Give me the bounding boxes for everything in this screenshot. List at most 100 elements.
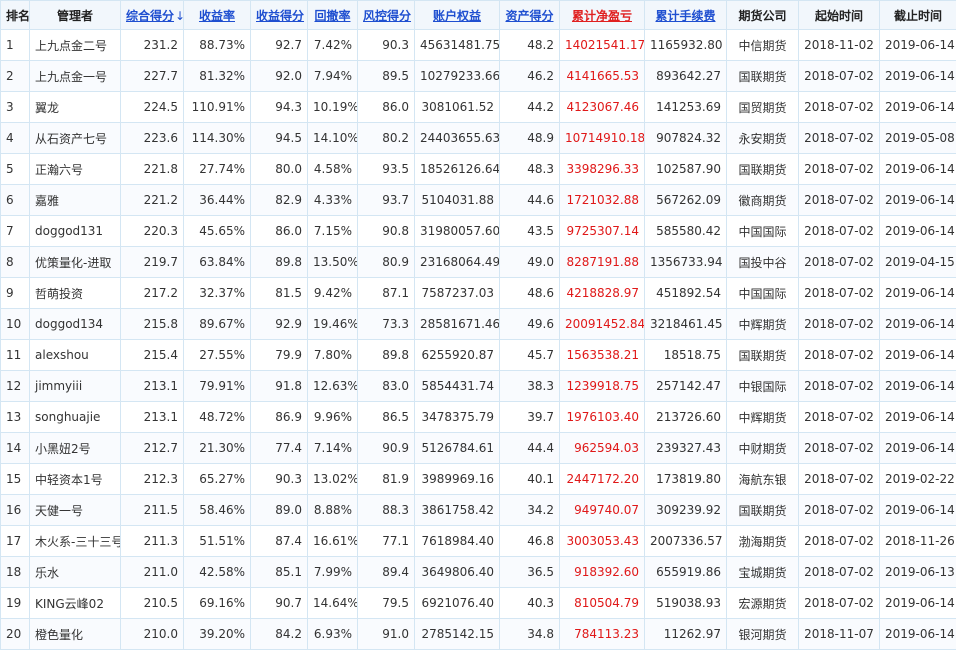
header-net-profit[interactable]: 累计净盈亏 (559, 0, 645, 30)
drawdown-cell: 19.46% (307, 308, 358, 340)
manager-name[interactable]: alexshou (29, 339, 121, 371)
fees-cell: 907824.32 (644, 122, 727, 154)
table-row[interactable]: 8 优策量化-进取 219.7 63.84% 89.8 13.50% 80.9 2316806… (0, 246, 956, 278)
drawdown-cell: 14.64% (307, 587, 358, 619)
manager-name[interactable]: songhuajie (29, 401, 121, 433)
asset-score-cell: 38.3 (499, 370, 560, 402)
drawdown-cell: 4.58% (307, 153, 358, 185)
table-row[interactable]: 3 翼龙 224.5 110.91% 94.3 10.19% 86.0 3081061.52 4… (0, 91, 956, 123)
table-row[interactable]: 1 上九点金二号 231.2 88.73% 92.7 7.42% 90.3 45631481.… (0, 29, 956, 61)
table-row[interactable]: 13 songhuajie 213.1 48.72% 86.9 9.96% 86.5 3478… (0, 401, 956, 433)
table-row[interactable]: 7 doggod131 220.3 45.65% 86.0 7.15% 90.8 319800… (0, 215, 956, 247)
manager-name[interactable]: KING云峰02 (29, 587, 121, 619)
fees-cell: 173819.80 (644, 463, 727, 495)
table-row[interactable]: 2 上九点金一号 227.7 81.32% 92.0 7.94% 89.5 10279233.… (0, 60, 956, 92)
manager-name[interactable]: 正瀚六号 (29, 153, 121, 185)
broker-cell: 海航东银 (726, 463, 799, 495)
equity-cell: 6921076.40 (414, 587, 500, 619)
table-header-row: 排名 管理者 综合得分↓ 收益率 收益得分 回撤率 风控得分 账户权益 资产得分… (0, 0, 956, 30)
table-row[interactable]: 9 哲萌投资 217.2 32.37% 81.5 9.42% 87.1 7587237.03 4… (0, 277, 956, 309)
header-equity[interactable]: 账户权益 (414, 0, 500, 30)
header-asset-score[interactable]: 资产得分 (499, 0, 560, 30)
start-date-cell: 2018-07-02 (798, 339, 880, 371)
rank-cell: 17 (0, 525, 30, 557)
return-rate-cell: 27.55% (183, 339, 251, 371)
start-date-cell: 2018-07-02 (798, 556, 880, 588)
end-date-cell: 2019-06-14 (879, 153, 956, 185)
end-date-cell: 2018-11-26 (879, 525, 956, 557)
drawdown-cell: 4.33% (307, 184, 358, 216)
manager-name[interactable]: doggod134 (29, 308, 121, 340)
score-cell: 210.5 (120, 587, 184, 619)
table-row[interactable]: 11 alexshou 215.4 27.55% 79.9 7.80% 89.8 625592… (0, 339, 956, 371)
asset-score-cell: 48.2 (499, 29, 560, 61)
header-risk-score[interactable]: 风控得分 (357, 0, 415, 30)
net-profit-cell: 8287191.88 (559, 246, 645, 278)
manager-name[interactable]: 上九点金二号 (29, 29, 121, 61)
table-row[interactable]: 5 正瀚六号 221.8 27.74% 80.0 4.58% 93.5 18526126.64… (0, 153, 956, 185)
table-row[interactable]: 6 嘉雅 221.2 36.44% 82.9 4.33% 93.7 5104031.88 44.… (0, 184, 956, 216)
start-date-cell: 2018-07-02 (798, 494, 880, 526)
net-profit-cell: 20091452.84 (559, 308, 645, 340)
equity-cell: 3478375.79 (414, 401, 500, 433)
return-score-cell: 87.4 (250, 525, 308, 557)
header-broker: 期货公司 (726, 0, 799, 30)
table-row[interactable]: 12 jimmyiii 213.1 79.91% 91.8 12.63% 83.0 58544… (0, 370, 956, 402)
manager-name[interactable]: jimmyiii (29, 370, 121, 402)
header-return-score[interactable]: 收益得分 (250, 0, 308, 30)
header-drawdown[interactable]: 回撤率 (307, 0, 358, 30)
score-cell: 219.7 (120, 246, 184, 278)
return-rate-cell: 69.16% (183, 587, 251, 619)
end-date-cell: 2019-06-13 (879, 556, 956, 588)
table-row[interactable]: 15 中轻资本1号 212.3 65.27% 90.3 13.02% 81.9 3989969… (0, 463, 956, 495)
table-row[interactable]: 14 小黑妞2号 212.7 21.30% 77.4 7.14% 90.9 5126784.6… (0, 432, 956, 464)
table-row[interactable]: 19 KING云峰02 210.5 69.16% 90.7 14.64% 79.5 69210… (0, 587, 956, 619)
return-score-cell: 92.9 (250, 308, 308, 340)
return-rate-cell: 58.46% (183, 494, 251, 526)
broker-cell: 中国国际 (726, 215, 799, 247)
start-date-cell: 2018-07-02 (798, 432, 880, 464)
manager-name[interactable]: 木火系-三十三号 (29, 525, 121, 557)
table-row[interactable]: 17 木火系-三十三号 211.3 51.51% 87.4 16.61% 77.1 76189… (0, 525, 956, 557)
return-rate-cell: 36.44% (183, 184, 251, 216)
manager-name[interactable]: 哲萌投资 (29, 277, 121, 309)
manager-name[interactable]: 优策量化-进取 (29, 246, 121, 278)
manager-name[interactable]: 嘉雅 (29, 184, 121, 216)
table-row[interactable]: 4 从石资产七号 223.6 114.30% 94.5 14.10% 80.2 2440365… (0, 122, 956, 154)
return-score-cell: 91.8 (250, 370, 308, 402)
manager-name[interactable]: 天健一号 (29, 494, 121, 526)
fees-cell: 239327.43 (644, 432, 727, 464)
risk-score-cell: 80.9 (357, 246, 415, 278)
manager-name[interactable]: 翼龙 (29, 91, 121, 123)
manager-name[interactable]: 中轻资本1号 (29, 463, 121, 495)
drawdown-cell: 7.15% (307, 215, 358, 247)
equity-cell: 24403655.63 (414, 122, 500, 154)
return-rate-cell: 65.27% (183, 463, 251, 495)
risk-score-cell: 83.0 (357, 370, 415, 402)
start-date-cell: 2018-07-02 (798, 308, 880, 340)
start-date-cell: 2018-07-02 (798, 370, 880, 402)
net-profit-cell: 9725307.14 (559, 215, 645, 247)
table-row[interactable]: 18 乐水 211.0 42.58% 85.1 7.99% 89.4 3649806.40 36… (0, 556, 956, 588)
header-return-rate[interactable]: 收益率 (183, 0, 251, 30)
manager-name[interactable]: doggod131 (29, 215, 121, 247)
risk-score-cell: 88.3 (357, 494, 415, 526)
drawdown-cell: 7.80% (307, 339, 358, 371)
risk-score-cell: 90.3 (357, 29, 415, 61)
table-row[interactable]: 10 doggod134 215.8 89.67% 92.9 19.46% 73.3 2858… (0, 308, 956, 340)
end-date-cell: 2019-06-14 (879, 401, 956, 433)
header-fees[interactable]: 累计手续费 (644, 0, 727, 30)
net-profit-cell: 3398296.33 (559, 153, 645, 185)
manager-name[interactable]: 从石资产七号 (29, 122, 121, 154)
table-row[interactable]: 20 橙色量化 210.0 39.20% 84.2 6.93% 91.0 2785142.15… (0, 618, 956, 650)
manager-name[interactable]: 小黑妞2号 (29, 432, 121, 464)
table-row[interactable]: 16 天健一号 211.5 58.46% 89.0 8.88% 88.3 3861758.42… (0, 494, 956, 526)
manager-name[interactable]: 橙色量化 (29, 618, 121, 650)
risk-score-cell: 89.5 (357, 60, 415, 92)
score-cell: 212.3 (120, 463, 184, 495)
net-profit-cell: 1721032.88 (559, 184, 645, 216)
fees-cell: 655919.86 (644, 556, 727, 588)
manager-name[interactable]: 乐水 (29, 556, 121, 588)
manager-name[interactable]: 上九点金一号 (29, 60, 121, 92)
header-score-sort[interactable]: 综合得分↓ (120, 0, 184, 30)
